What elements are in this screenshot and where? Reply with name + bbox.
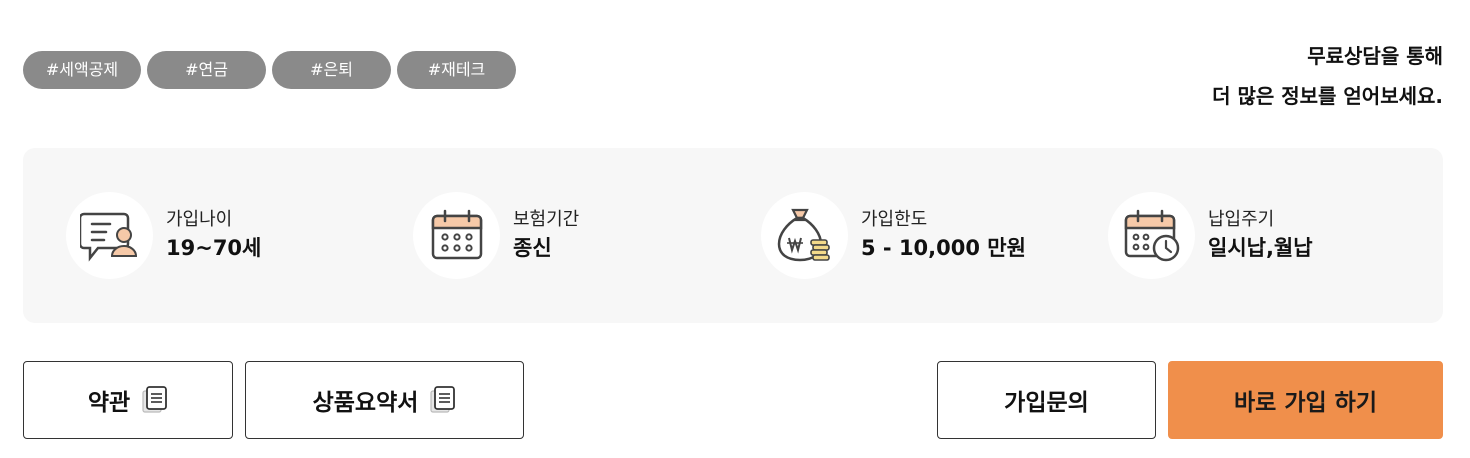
calendar-clock-icon	[1108, 192, 1195, 279]
info-age-label: 가입나이	[166, 209, 233, 230]
info-age-value: 19~70세	[166, 236, 262, 260]
tag-tax-deduction[interactable]: #세액공제	[23, 51, 141, 89]
money-bag-coins-icon	[761, 192, 848, 279]
info-coverage-period-value: 종신	[513, 236, 552, 260]
info-coverage-period-label: 보험기간	[513, 209, 580, 230]
product-info-panel: 가입나이 19~70세 보험기간 종신 가입한도 5 - 10,000 만원 납…	[23, 148, 1443, 323]
calendar-icon	[413, 192, 500, 279]
product-summary-button-label: 상품요약서	[312, 390, 419, 416]
promo-line-1: 무료상담을 통해	[1307, 44, 1443, 68]
tag-pension[interactable]: #연금	[147, 51, 266, 89]
join-now-button[interactable]: 바로 가입 하기	[1168, 361, 1443, 439]
terms-button-label: 약관	[87, 390, 131, 416]
join-now-button-label: 바로 가입 하기	[1234, 390, 1377, 416]
terms-button[interactable]: 약관	[23, 361, 233, 439]
info-limit-label: 가입한도	[861, 209, 928, 230]
join-inquiry-button-label: 가입문의	[1004, 390, 1089, 416]
tag-investment[interactable]: #재테크	[397, 51, 516, 89]
info-limit-value: 5 - 10,000 만원	[861, 236, 1026, 260]
info-payment-cycle-value: 일시납,월납	[1208, 236, 1313, 260]
consultation-promo: 무료상담을 통해 더 많은 정보를 얻어보세요.	[1212, 36, 1443, 116]
age-chat-person-icon	[66, 192, 153, 279]
join-inquiry-button[interactable]: 가입문의	[937, 361, 1156, 439]
document-icon	[142, 386, 168, 414]
product-summary-button[interactable]: 상품요약서	[245, 361, 524, 439]
document-icon	[430, 386, 456, 414]
info-payment-cycle-label: 납입주기	[1208, 209, 1275, 230]
promo-line-2: 더 많은 정보를 얻어보세요.	[1212, 84, 1443, 108]
tag-retirement[interactable]: #은퇴	[272, 51, 391, 89]
